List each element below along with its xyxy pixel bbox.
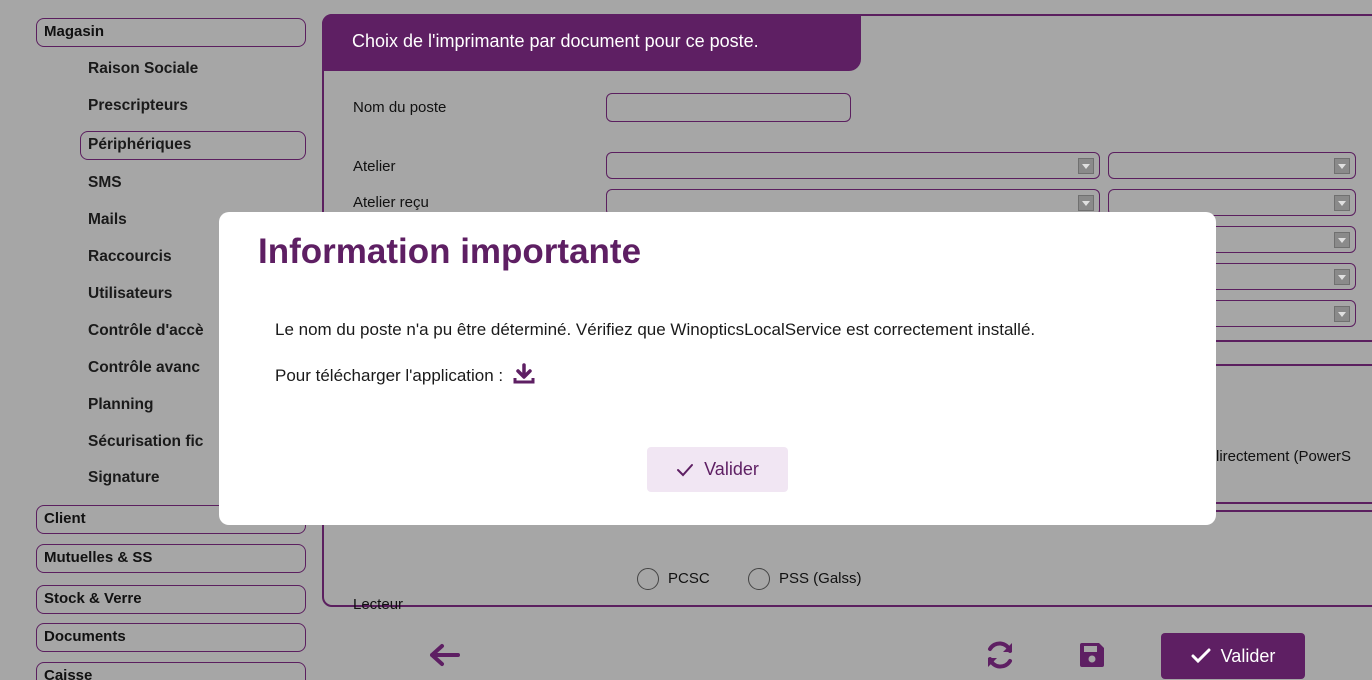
atelier-recu-label: Atelier reçu (353, 194, 429, 211)
chevron-down-icon[interactable] (1334, 195, 1350, 211)
nom-poste-input[interactable] (606, 93, 851, 122)
sidebar-item-mails[interactable]: Mails (88, 211, 127, 229)
print-mode-partial-text: lirectement (PowerS (1216, 448, 1352, 465)
panel-title: Choix de l'imprimante par document pour … (322, 14, 861, 71)
sidebar-item-sms[interactable]: SMS (88, 174, 122, 192)
atelier-label: Atelier (353, 158, 396, 175)
sidebar-item-signature[interactable]: Signature (88, 469, 159, 487)
sidebar-category-caisse[interactable]: Caisse (36, 662, 306, 680)
modal-download-text: Pour télécharger l'application : (275, 365, 504, 385)
sidebar-item-prescripteurs[interactable]: Prescripteurs (88, 97, 188, 115)
chevron-down-icon[interactable] (1334, 269, 1350, 285)
chevron-down-icon[interactable] (1334, 158, 1350, 174)
chevron-down-icon[interactable] (1334, 232, 1350, 248)
nom-poste-label: Nom du poste (353, 99, 447, 116)
sidebar-item-peripheriques[interactable]: Périphériques (80, 131, 306, 160)
sidebar-category-magasin[interactable]: Magasin (36, 18, 306, 47)
sidebar-item-controle-acces[interactable]: Contrôle d'accè (88, 322, 204, 340)
sidebar-item-raccourcis[interactable]: Raccourcis (88, 248, 172, 266)
sidebar-category-documents[interactable]: Documents (36, 623, 306, 652)
modal-valider-label: Valider (704, 459, 759, 479)
sidebar-item-controle-avance[interactable]: Contrôle avanc (88, 359, 200, 377)
sidebar-item-utilisateurs[interactable]: Utilisateurs (88, 285, 172, 303)
sidebar-item-securisation[interactable]: Sécurisation fic (88, 433, 203, 451)
atelier-tray-select[interactable] (1108, 152, 1356, 179)
modal-valider-button[interactable]: Valider (647, 447, 788, 492)
radio-pss-galss[interactable] (748, 568, 770, 590)
lecteur-label: Lecteur (353, 596, 404, 613)
refresh-icon[interactable] (984, 639, 1016, 676)
info-modal: Information importante Le nom du poste n… (219, 212, 1216, 525)
chevron-down-icon[interactable] (1078, 195, 1094, 211)
chevron-down-icon[interactable] (1334, 306, 1350, 322)
check-icon (677, 463, 694, 476)
sidebar-category-stock[interactable]: Stock & Verre (36, 585, 306, 614)
modal-title: Information importante (258, 232, 642, 271)
radio-pcsc-label: PCSC (668, 570, 710, 587)
sidebar-item-planning[interactable]: Planning (88, 396, 153, 414)
radio-pcsc[interactable] (637, 568, 659, 590)
radio-pss-galss-label: PSS (Galss) (779, 570, 862, 587)
sidebar-category-mutuelles[interactable]: Mutuelles & SS (36, 544, 306, 573)
check-icon (1191, 648, 1211, 664)
valider-button[interactable]: Valider (1161, 633, 1305, 679)
download-icon[interactable] (512, 362, 536, 391)
chevron-down-icon[interactable] (1078, 158, 1094, 174)
atelier-printer-select[interactable] (606, 152, 1100, 179)
modal-message: Le nom du poste n'a pu être déterminé. V… (275, 320, 1036, 339)
back-arrow-icon[interactable] (430, 643, 460, 672)
valider-button-label: Valider (1220, 645, 1276, 666)
sidebar-item-raison-sociale[interactable]: Raison Sociale (88, 60, 198, 78)
save-icon[interactable] (1078, 641, 1106, 674)
modal-download-line: Pour télécharger l'application : (275, 362, 536, 391)
